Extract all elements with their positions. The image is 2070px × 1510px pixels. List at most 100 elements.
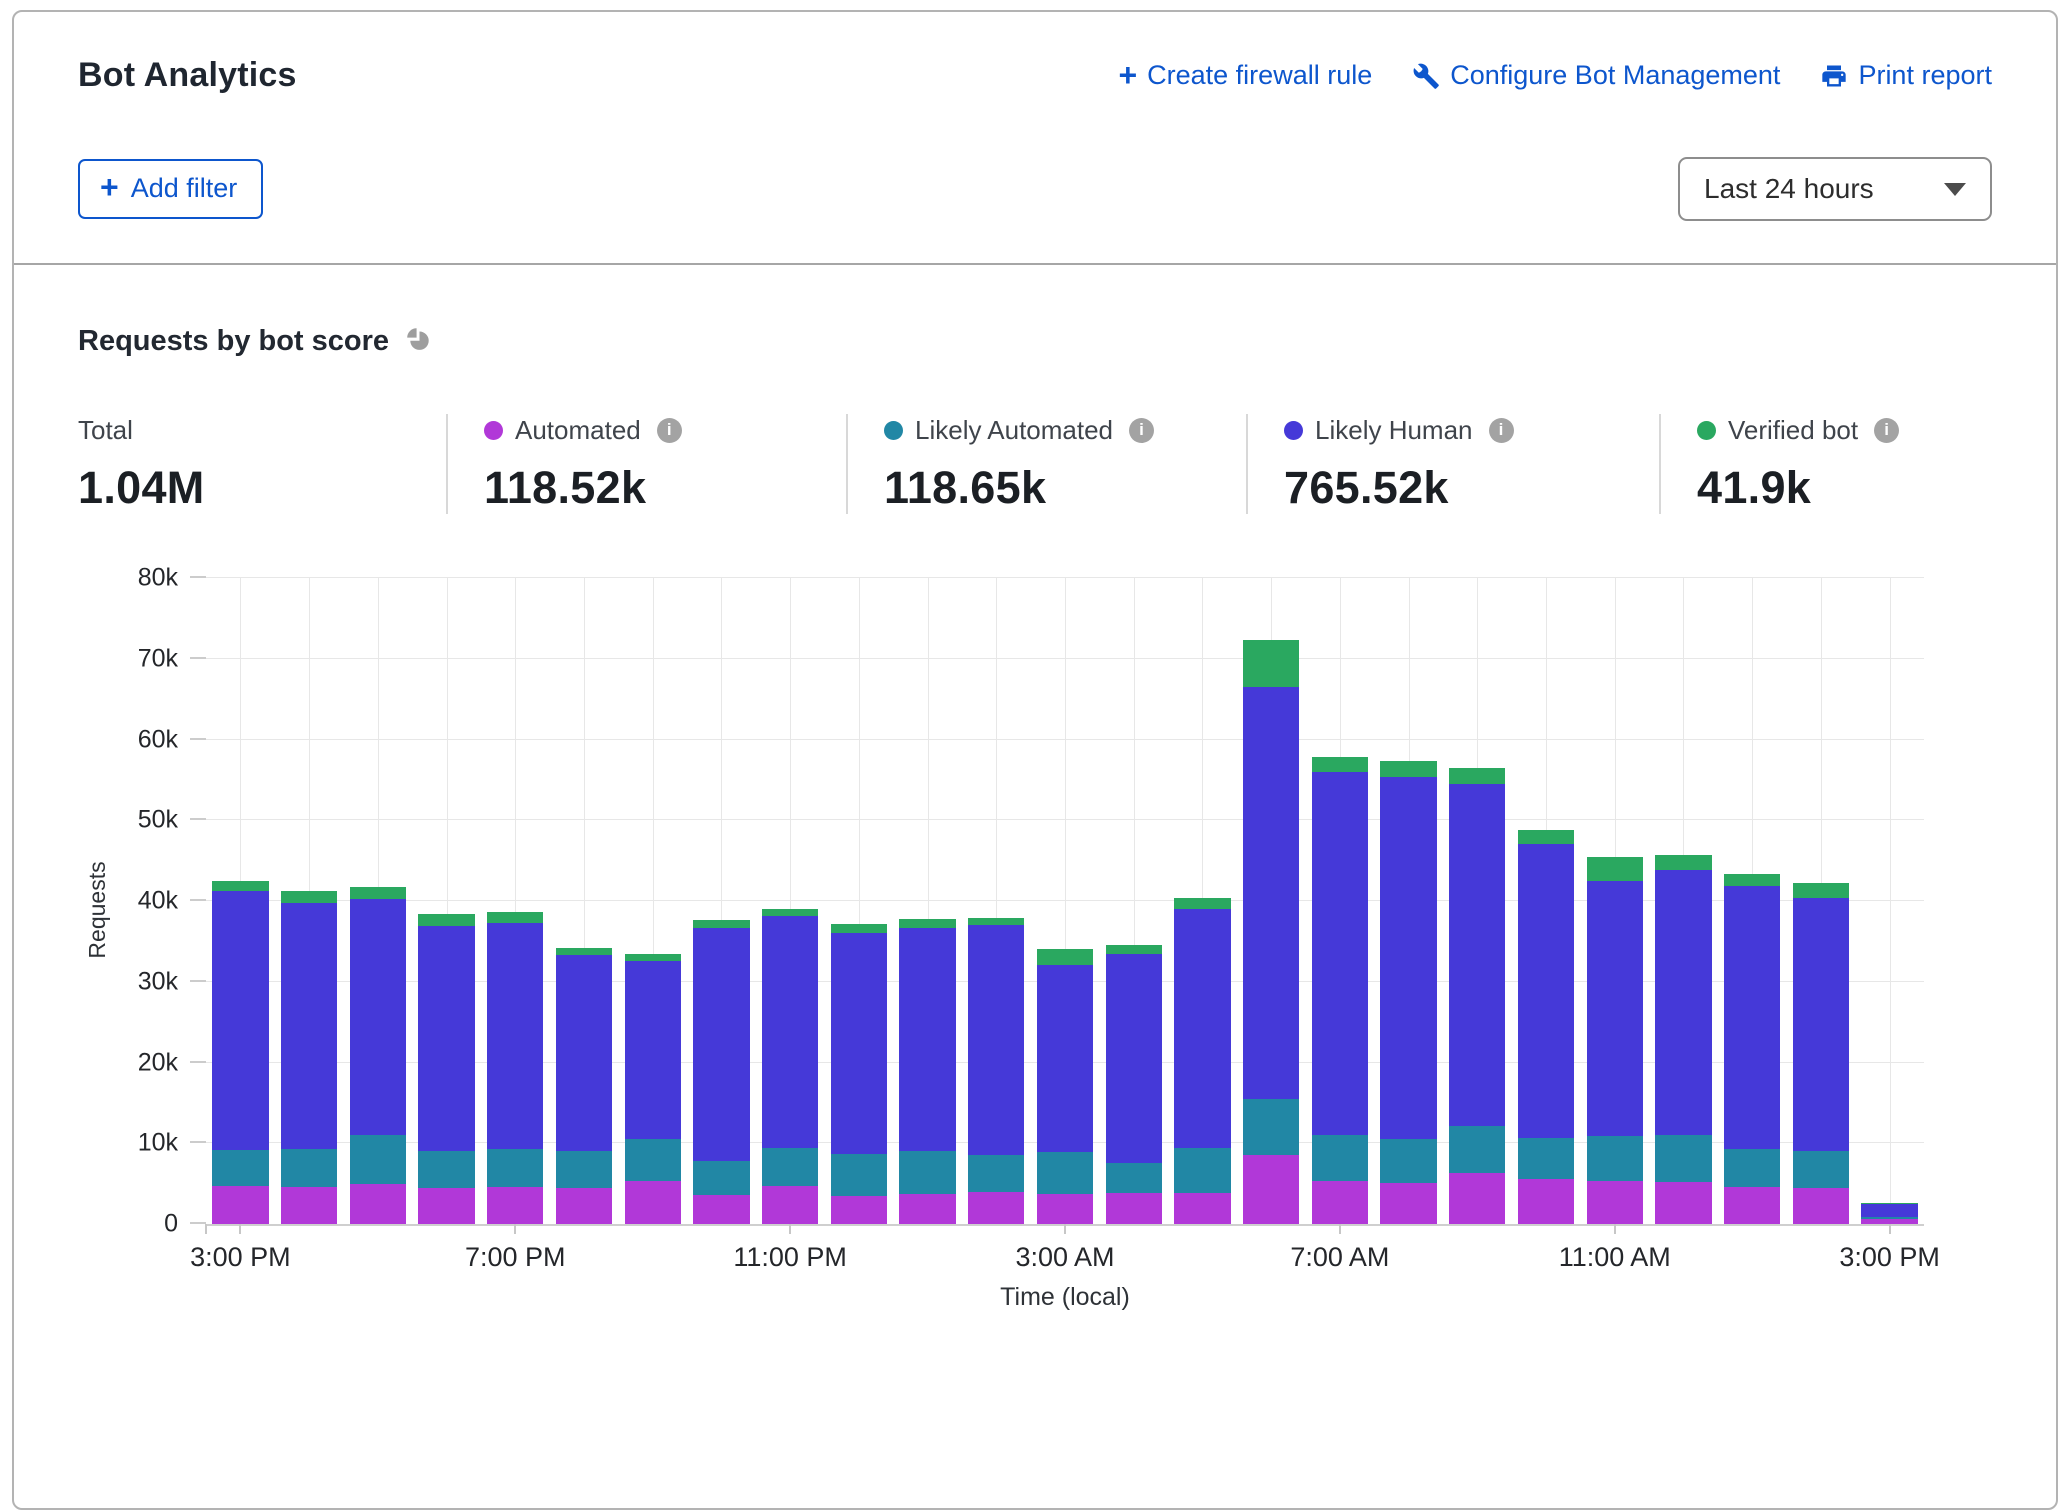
info-icon[interactable]: i — [1129, 418, 1154, 443]
bar-segment-likely-automated[interactable] — [487, 1149, 543, 1187]
bar-10-00-am[interactable] — [1518, 578, 1574, 1224]
bar-segment-likely-human[interactable] — [1518, 844, 1574, 1138]
bar-12-00-pm[interactable] — [1655, 578, 1711, 1224]
bar-segment-verified-bot[interactable] — [831, 924, 887, 934]
bar-11-00-am[interactable] — [1587, 578, 1643, 1224]
bar-5-00-pm[interactable] — [350, 578, 406, 1224]
bar-segment-likely-automated[interactable] — [831, 1154, 887, 1196]
bar-12-00-am[interactable] — [831, 578, 887, 1224]
bar-segment-likely-automated[interactable] — [1380, 1139, 1436, 1183]
bar-segment-verified-bot[interactable] — [1449, 768, 1505, 784]
bar-10-00-pm[interactable] — [693, 578, 749, 1224]
bar-segment-automated[interactable] — [899, 1194, 955, 1224]
time-range-select[interactable]: Last 24 hours — [1678, 157, 1992, 221]
bar-segment-verified-bot[interactable] — [1655, 855, 1711, 870]
bar-2-00-am[interactable] — [968, 578, 1024, 1224]
bar-segment-likely-human[interactable] — [1312, 772, 1368, 1135]
bar-segment-likely-human[interactable] — [556, 955, 612, 1151]
bar-segment-likely-human[interactable] — [1380, 777, 1436, 1139]
bar-segment-likely-human[interactable] — [762, 916, 818, 1149]
bar-segment-verified-bot[interactable] — [968, 918, 1024, 925]
bar-segment-verified-bot[interactable] — [1724, 874, 1780, 886]
bar-segment-verified-bot[interactable] — [1587, 857, 1643, 881]
bar-segment-likely-automated[interactable] — [212, 1150, 268, 1186]
bar-segment-likely-human[interactable] — [831, 933, 887, 1153]
bar-segment-likely-human[interactable] — [968, 925, 1024, 1154]
bar-segment-likely-human[interactable] — [1037, 965, 1093, 1152]
bar-7-00-pm[interactable] — [487, 578, 543, 1224]
bar-segment-verified-bot[interactable] — [212, 881, 268, 891]
bar-segment-likely-automated[interactable] — [1449, 1126, 1505, 1173]
bar-segment-verified-bot[interactable] — [350, 887, 406, 899]
bar-segment-likely-automated[interactable] — [1655, 1135, 1711, 1182]
bar-segment-likely-automated[interactable] — [899, 1151, 955, 1194]
info-icon[interactable]: i — [657, 418, 682, 443]
bar-segment-automated[interactable] — [693, 1195, 749, 1224]
bar-segment-automated[interactable] — [1449, 1173, 1505, 1224]
bar-6-00-pm[interactable] — [418, 578, 474, 1224]
bar-segment-verified-bot[interactable] — [625, 954, 681, 961]
bar-1-00-pm[interactable] — [1724, 578, 1780, 1224]
bar-segment-verified-bot[interactable] — [1793, 883, 1849, 898]
bar-segment-automated[interactable] — [1518, 1179, 1574, 1224]
bar-4-00-pm[interactable] — [281, 578, 337, 1224]
bar-segment-likely-automated[interactable] — [281, 1149, 337, 1187]
bar-segment-verified-bot[interactable] — [281, 891, 337, 902]
bar-segment-likely-human[interactable] — [1587, 881, 1643, 1136]
configure-bot-management-link[interactable]: Configure Bot Management — [1412, 60, 1780, 91]
bar-segment-likely-human[interactable] — [1861, 1204, 1917, 1217]
bar-segment-automated[interactable] — [968, 1192, 1024, 1224]
bar-segment-verified-bot[interactable] — [1106, 945, 1162, 954]
bar-segment-likely-human[interactable] — [1793, 898, 1849, 1152]
bar-segment-automated[interactable] — [1587, 1181, 1643, 1224]
bar-segment-automated[interactable] — [556, 1188, 612, 1224]
bar-8-00-am[interactable] — [1380, 578, 1436, 1224]
bar-segment-likely-human[interactable] — [1449, 784, 1505, 1126]
bar-segment-likely-automated[interactable] — [1174, 1148, 1230, 1192]
bar-segment-automated[interactable] — [1724, 1187, 1780, 1224]
bar-segment-verified-bot[interactable] — [1518, 830, 1574, 845]
bar-segment-automated[interactable] — [1243, 1155, 1299, 1224]
bar-segment-automated[interactable] — [281, 1187, 337, 1224]
bar-segment-likely-automated[interactable] — [1587, 1136, 1643, 1181]
bar-segment-likely-automated[interactable] — [762, 1148, 818, 1186]
bar-segment-likely-automated[interactable] — [625, 1139, 681, 1181]
bar-segment-automated[interactable] — [1312, 1181, 1368, 1224]
bar-segment-verified-bot[interactable] — [418, 914, 474, 926]
bar-1-00-am[interactable] — [899, 578, 955, 1224]
bar-3-00-pm[interactable] — [1861, 578, 1917, 1224]
bar-8-00-pm[interactable] — [556, 578, 612, 1224]
bar-segment-likely-human[interactable] — [1724, 886, 1780, 1148]
bar-segment-automated[interactable] — [418, 1188, 474, 1224]
bar-segment-verified-bot[interactable] — [1380, 761, 1436, 777]
bar-segment-automated[interactable] — [212, 1186, 268, 1224]
bar-segment-automated[interactable] — [487, 1187, 543, 1224]
bar-3-00-am[interactable] — [1037, 578, 1093, 1224]
bar-3-00-pm[interactable] — [212, 578, 268, 1224]
bar-segment-likely-automated[interactable] — [350, 1135, 406, 1183]
bar-segment-likely-human[interactable] — [212, 891, 268, 1150]
bar-segment-verified-bot[interactable] — [693, 920, 749, 928]
bar-segment-likely-automated[interactable] — [1793, 1151, 1849, 1187]
bar-segment-likely-human[interactable] — [281, 903, 337, 1149]
bar-9-00-pm[interactable] — [625, 578, 681, 1224]
info-icon[interactable]: i — [1874, 418, 1899, 443]
bar-9-00-am[interactable] — [1449, 578, 1505, 1224]
bar-segment-automated[interactable] — [1380, 1183, 1436, 1224]
bar-segment-likely-automated[interactable] — [1724, 1149, 1780, 1187]
bar-segment-likely-human[interactable] — [1243, 687, 1299, 1099]
bar-4-00-am[interactable] — [1106, 578, 1162, 1224]
bar-segment-likely-automated[interactable] — [1037, 1152, 1093, 1194]
bar-segment-likely-human[interactable] — [693, 928, 749, 1161]
bar-segment-verified-bot[interactable] — [1174, 898, 1230, 909]
bar-segment-likely-automated[interactable] — [556, 1151, 612, 1188]
bar-segment-verified-bot[interactable] — [1037, 949, 1093, 965]
bar-segment-automated[interactable] — [1793, 1188, 1849, 1224]
bar-segment-automated[interactable] — [1106, 1193, 1162, 1224]
bar-segment-likely-automated[interactable] — [1312, 1135, 1368, 1181]
bar-segment-likely-human[interactable] — [1655, 870, 1711, 1136]
bar-segment-likely-automated[interactable] — [418, 1151, 474, 1188]
bar-segment-likely-human[interactable] — [1174, 909, 1230, 1148]
create-firewall-rule-link[interactable]: + Create firewall rule — [1118, 60, 1372, 92]
bar-segment-verified-bot[interactable] — [1243, 640, 1299, 687]
